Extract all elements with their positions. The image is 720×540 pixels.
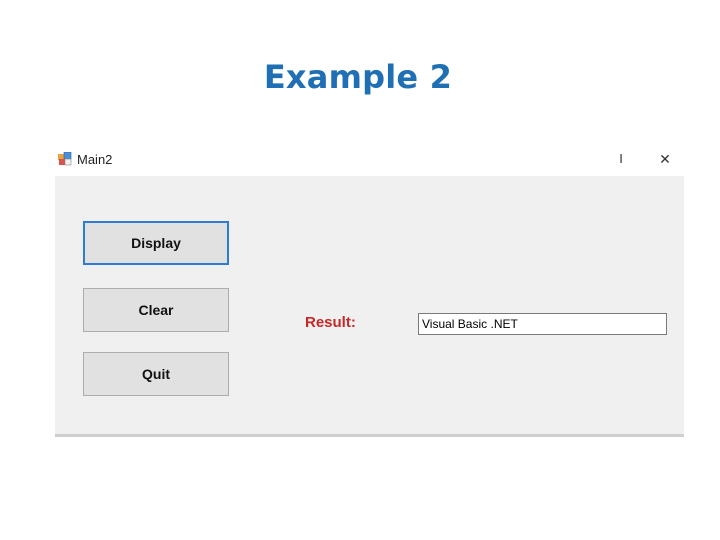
- form-client-area: Display Clear Quit Result:: [55, 176, 684, 437]
- result-label: Result:: [305, 314, 356, 331]
- result-textbox[interactable]: [418, 313, 667, 335]
- display-button[interactable]: Display: [83, 221, 229, 265]
- app-window: Main2 I ✕ Display Clear Quit Result:: [55, 145, 684, 437]
- close-button[interactable]: ✕: [654, 148, 676, 170]
- clear-button[interactable]: Clear: [83, 288, 229, 332]
- slide: Example 2 Main2 I ✕ Display Clear Quit R…: [0, 0, 720, 540]
- quit-button[interactable]: Quit: [83, 352, 229, 396]
- minimize-button[interactable]: I: [610, 148, 632, 170]
- window-titlebar[interactable]: Main2 I ✕: [55, 145, 684, 176]
- slide-title: Example 2: [263, 58, 453, 96]
- app-form-icon: [58, 152, 72, 166]
- window-title: Main2: [77, 152, 113, 167]
